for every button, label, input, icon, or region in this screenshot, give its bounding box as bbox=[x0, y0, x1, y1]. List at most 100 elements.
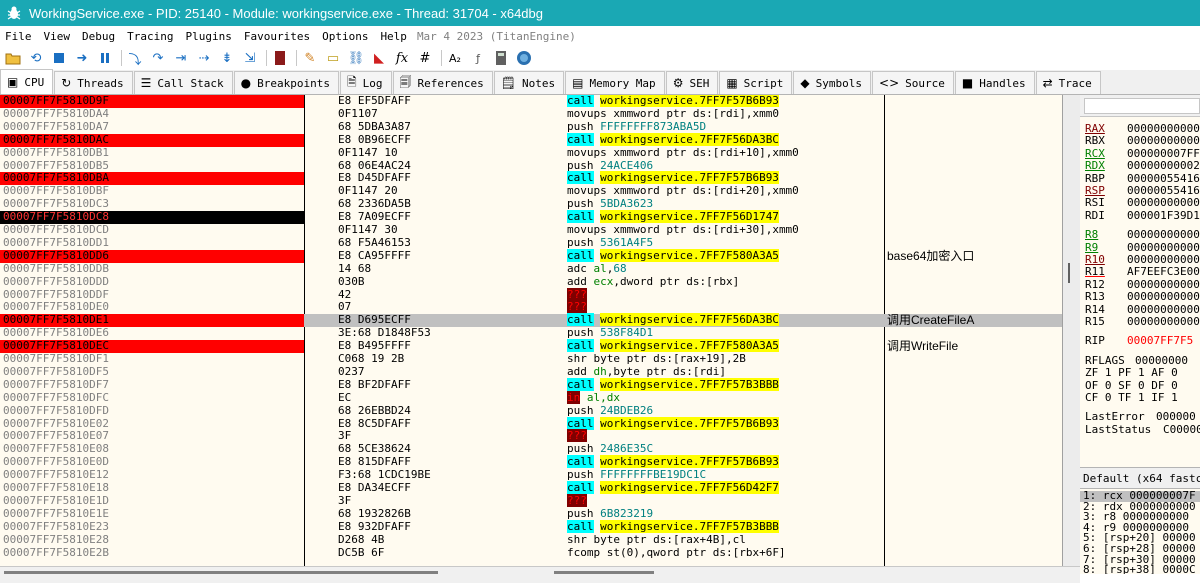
register-row[interactable]: LastError 000000 bbox=[1085, 411, 1196, 423]
bookmark-icon[interactable]: ◣ bbox=[369, 48, 389, 68]
instruction-cell[interactable]: fcomp st(0),qword ptr ds:[rbx+6F] bbox=[567, 546, 882, 560]
menu-help[interactable]: Help bbox=[374, 30, 413, 43]
scroll-thumb[interactable] bbox=[4, 571, 438, 574]
disassembly-view[interactable]: 00007FF7F5810D9F E8 EF5DFAFF call workings… bbox=[0, 95, 1062, 566]
register-row[interactable]: R11 AF7EEFC3E00 bbox=[1085, 266, 1200, 278]
register-row[interactable]: RAX 00000000000 bbox=[1085, 123, 1200, 135]
register-value[interactable]: C00000 bbox=[1163, 423, 1200, 436]
register-row[interactable]: R10 00000000000 bbox=[1085, 254, 1200, 266]
register-value[interactable]: 00000000000 bbox=[1127, 303, 1200, 316]
disasm-row[interactable]: 00007FF7F5810DF1 C068 19 2B shr byte ptr d… bbox=[0, 352, 1062, 366]
calling-convention-selector[interactable]: Default (x64 fastcall) bbox=[1080, 467, 1200, 489]
register-row[interactable]: R9 00000000000 bbox=[1085, 241, 1200, 254]
register-row[interactable]: ZF 1 PF 1 AF 0 bbox=[1085, 367, 1178, 379]
address-cell[interactable]: 00007FF7F5810DF1 bbox=[0, 352, 304, 366]
disasm-row[interactable]: 00007FF7F5810D9F E8 EF5DFAFF call workings… bbox=[0, 95, 1062, 108]
function-icon[interactable]: fx bbox=[392, 48, 412, 68]
disasm-row[interactable]: 00007FF7F5810DDF 42??? bbox=[0, 287, 1062, 302]
register-value[interactable]: 000001F39D1 bbox=[1127, 209, 1200, 222]
disasm-row[interactable]: 00007FF7F5810E18 E8 DA34ECFF call workings… bbox=[0, 481, 1062, 495]
address-cell[interactable]: 00007FF7F5810DCD bbox=[0, 223, 304, 237]
register-row[interactable]: RIP 00007FF7F5 bbox=[1085, 335, 1193, 347]
disasm-row[interactable]: 00007FF7F5810DC3 68 2336DA5B push 5BDA3623 bbox=[0, 197, 1062, 211]
address-cell[interactable]: 00007FF7F5810DA7 bbox=[0, 120, 304, 134]
disasm-row[interactable]: 00007FF7F5810DE1 E8 D695ECFF call workings… bbox=[0, 313, 1062, 328]
address-cell[interactable]: 00007FF7F5810DF7 bbox=[0, 378, 304, 392]
register-value[interactable]: 00000000000 bbox=[1127, 134, 1200, 147]
register-row[interactable]: RDX 00000000002 bbox=[1085, 160, 1200, 172]
tab-symbols[interactable]: ◆ Symbols bbox=[793, 71, 872, 94]
register-row[interactable]: LastStatus C00000 bbox=[1085, 423, 1200, 436]
register-value[interactable]: 000000 bbox=[1156, 410, 1196, 423]
comment-icon[interactable]: ▭ bbox=[323, 48, 343, 68]
menu-options[interactable]: Options bbox=[316, 30, 374, 43]
address-cell[interactable]: 00007FF7F5810DD6 bbox=[0, 249, 304, 263]
step-over-icon[interactable]: ↷ bbox=[148, 48, 168, 68]
disasm-row[interactable]: 00007FF7F5810DB5 68 06E4AC24 push 24ACE406 bbox=[0, 159, 1062, 173]
disasm-row[interactable]: 00007FF7F5810DF5 0237 add dh,byte ptr ds:[… bbox=[0, 365, 1062, 379]
register-row[interactable]: RDI 000001F39D1 bbox=[1085, 209, 1200, 222]
tab-handles[interactable]: ■ Handles bbox=[954, 71, 1035, 94]
instruction-cell[interactable]: ??? bbox=[567, 287, 882, 302]
disasm-row[interactable]: 00007FF7F5810E0D E8 815DFAFF call workings… bbox=[0, 455, 1062, 469]
argument-row[interactable]: 8: [rsp+38] 0000C bbox=[1083, 564, 1196, 574]
help-icon[interactable] bbox=[514, 48, 534, 68]
trace-over-icon[interactable]: ⇢ bbox=[194, 48, 214, 68]
register-row[interactable]: RBX 00000000000 bbox=[1085, 135, 1200, 147]
address-cell[interactable]: 00007FF7F5810E1E bbox=[0, 507, 304, 521]
tab-source[interactable]: <> Source bbox=[872, 71, 954, 94]
instruction-cell[interactable]: push FFFFFFFF873ABA5D bbox=[567, 120, 882, 134]
address-cell[interactable]: 00007FF7F5810DDD bbox=[0, 275, 304, 289]
register-value[interactable]: 00000000000 bbox=[1127, 196, 1200, 209]
disasm-row[interactable]: 00007FF7F5810DBA E8 D45DFAFF call workings… bbox=[0, 171, 1062, 186]
restart-icon[interactable]: ⟲ bbox=[26, 48, 46, 68]
horizontal-scrollbar[interactable] bbox=[0, 566, 1080, 583]
register-value[interactable]: 00000000000 bbox=[1127, 122, 1200, 135]
run-icon[interactable]: ➜ bbox=[72, 48, 92, 68]
tab-call-stack[interactable]: ☰ Call Stack bbox=[133, 71, 233, 94]
register-row[interactable]: R12 00000000000 bbox=[1085, 278, 1200, 291]
scroll-thumb[interactable] bbox=[554, 571, 654, 574]
address-cell[interactable]: 00007FF7F5810DAC bbox=[0, 133, 304, 147]
instruction-cell[interactable]: push 24BDEB26 bbox=[567, 404, 882, 418]
calculator-icon[interactable] bbox=[491, 48, 511, 68]
register-value[interactable]: 00000000002 bbox=[1127, 159, 1200, 172]
comment-cell[interactable]: base64加密入口 bbox=[887, 249, 1057, 263]
disasm-row[interactable]: 00007FF7F5810E02 E8 8C5DFAFF call workings… bbox=[0, 416, 1062, 431]
fpu-toggle-button[interactable] bbox=[1084, 98, 1200, 114]
disasm-row[interactable]: 00007FF7F5810E1E 68 1932826B push 6B823219 bbox=[0, 507, 1062, 521]
address-cell[interactable]: 00007FF7F5810E1D bbox=[0, 494, 304, 508]
arguments-view[interactable]: 1: rcx 000000007F 2: rdx 0000000000 3: r8 … bbox=[1080, 489, 1200, 574]
disasm-row[interactable]: 00007FF7F5810E12 F3:68 1CDC19BE push FFFFF… bbox=[0, 468, 1062, 482]
address-cell[interactable]: 00007FF7F5810DFD bbox=[0, 404, 304, 418]
register-row[interactable]: R14 00000000000 bbox=[1085, 303, 1200, 316]
tab-memory-map[interactable]: ▤ Memory Map bbox=[565, 71, 665, 94]
instruction-cell[interactable]: push 6B823219 bbox=[567, 507, 882, 521]
register-value[interactable]: 00000000000 bbox=[1127, 253, 1200, 266]
register-row[interactable]: OF 0 SF 0 DF 0 bbox=[1085, 379, 1178, 392]
disasm-row[interactable]: 00007FF7F5810DAC E8 0B96ECFF call workings… bbox=[0, 132, 1062, 147]
stop-icon[interactable] bbox=[49, 48, 69, 68]
register-value[interactable]: 00000000000 bbox=[1127, 290, 1200, 303]
address-cell[interactable]: 00007FF7F5810DFC bbox=[0, 391, 304, 405]
register-value[interactable]: 00007FF7F5 bbox=[1127, 334, 1193, 347]
register-value[interactable]: 00000000 bbox=[1135, 354, 1188, 367]
register-value[interactable]: 00000000000 bbox=[1127, 228, 1200, 241]
tab-notes[interactable]: 🗒 Notes bbox=[493, 71, 565, 94]
address-cell[interactable]: 00007FF7F5810DA4 bbox=[0, 107, 304, 121]
disasm-row[interactable]: 00007FF7F5810E23 E8 932DFAFF call workings… bbox=[0, 519, 1062, 534]
comment-cell[interactable]: 调用CreateFileA bbox=[887, 314, 1057, 327]
register-row[interactable]: CF 0 TF 1 IF 1 bbox=[1085, 392, 1178, 404]
register-row[interactable]: RFLAGS 00000000 bbox=[1085, 354, 1188, 367]
disasm-row[interactable]: 00007FF7F5810E08 68 5CE38624 push 2486E35C bbox=[0, 442, 1062, 456]
instruction-cell[interactable]: add dh,byte ptr ds:[rdi] bbox=[567, 365, 882, 379]
tab-trace[interactable]: ⇄ Trace bbox=[1035, 71, 1101, 94]
disasm-row[interactable]: 00007FF7F5810DFD 68 26EBBD24 push 24BDEB26 bbox=[0, 404, 1062, 418]
register-row[interactable]: R8 00000000000 bbox=[1085, 229, 1200, 241]
splitter-scrollbar[interactable] bbox=[1062, 95, 1080, 566]
address-cell[interactable]: 00007FF7F5810DF5 bbox=[0, 365, 304, 379]
register-row[interactable]: RBP 000000554160 bbox=[1085, 172, 1200, 185]
label-icon[interactable]: ⛓ bbox=[346, 48, 366, 68]
register-value[interactable]: 00000000000 bbox=[1127, 315, 1200, 328]
comment-cell[interactable]: 调用WriteFile bbox=[887, 340, 1057, 353]
